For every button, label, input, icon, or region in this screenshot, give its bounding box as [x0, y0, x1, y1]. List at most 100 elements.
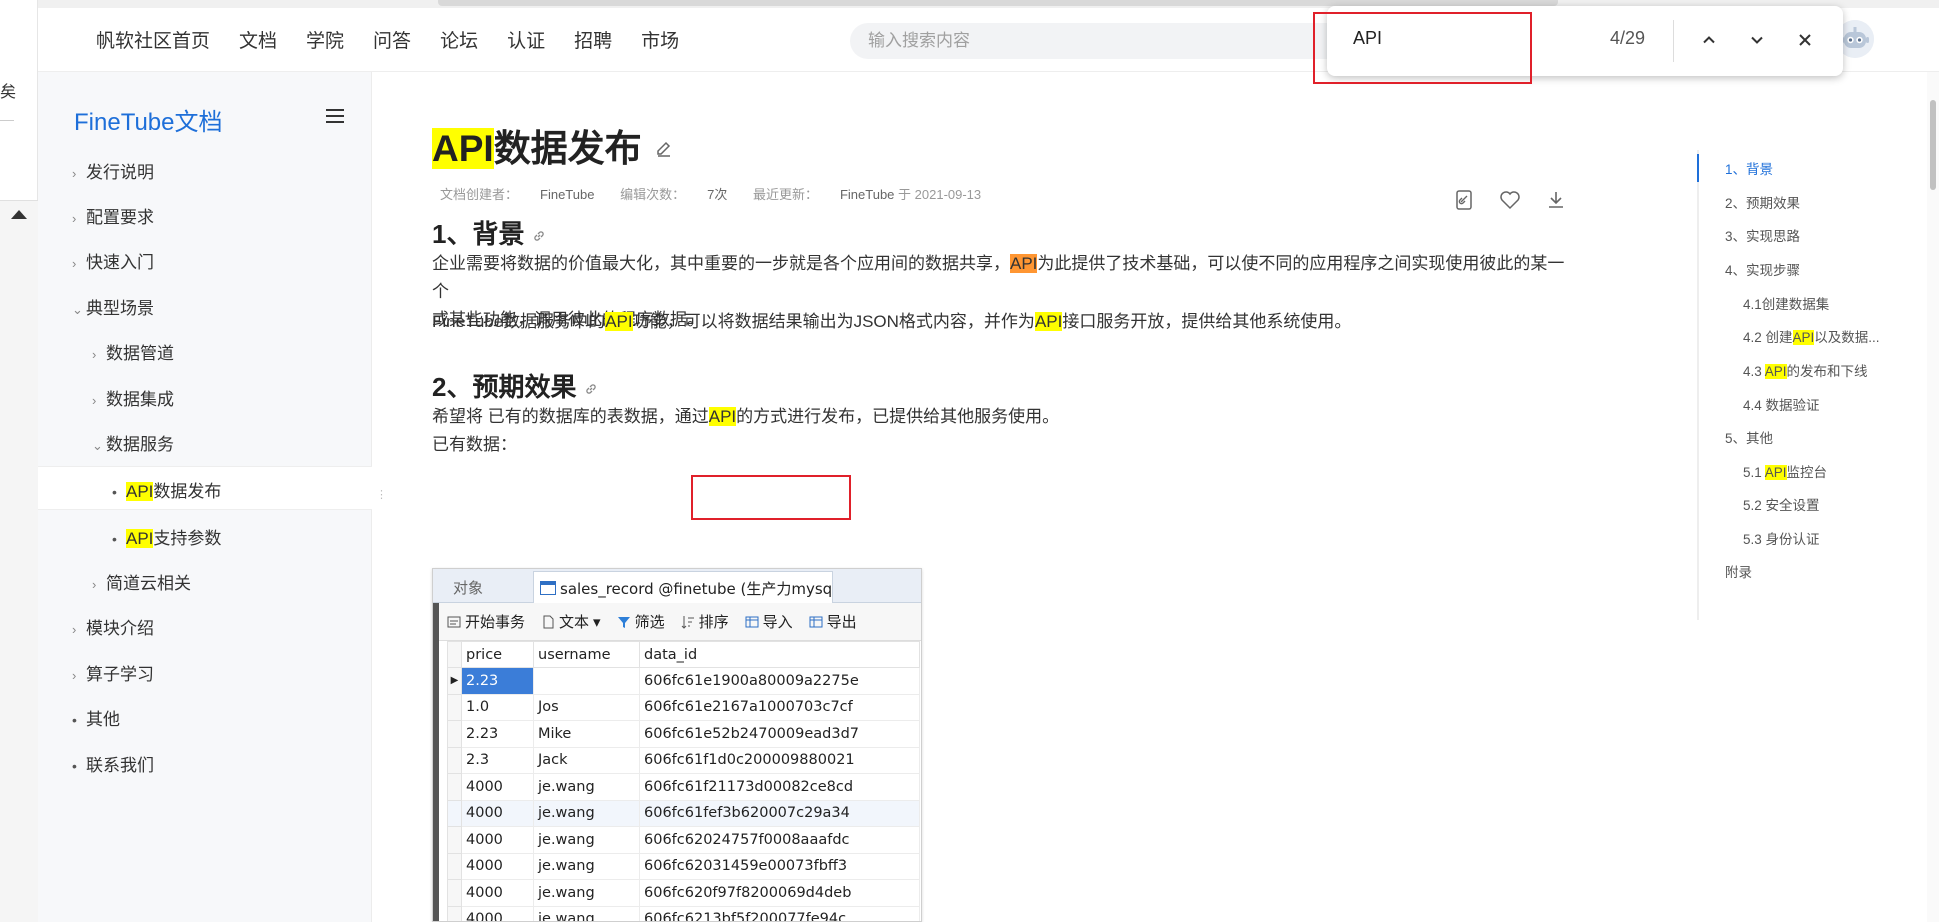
edge-partial-text: 矣: [0, 84, 17, 101]
toc-item-4-1[interactable]: 4.1创建数据集: [1743, 293, 1829, 313]
table-row: 2.3 Jack 606fc61f1d0c200009880021: [447, 746, 920, 774]
nav-item-academy[interactable]: 学院: [306, 26, 344, 53]
sidebar-item-scenarios[interactable]: ⌄ 典型场景: [72, 294, 154, 319]
search-input[interactable]: [868, 23, 1368, 59]
favorite-heart-icon[interactable]: [1498, 188, 1522, 212]
find-close-button[interactable]: [1787, 22, 1823, 58]
hamburger-menu-icon[interactable]: [326, 109, 344, 123]
table-row: 4000 je.wang 606fc62024757f0008aaafdc: [447, 826, 920, 854]
sidebar-item-data-integration[interactable]: › 数据集成: [92, 385, 174, 410]
db-text: 文本 ▾: [541, 611, 601, 632]
docs-sidebar: FineTube文档 › 发行说明 › 配置要求 › 快速入门 ⌄ 典型场景 › 数据管道…: [38, 72, 387, 922]
chevron-down-icon: [1751, 36, 1763, 44]
sidebar-item-contact[interactable]: • 联系我们: [72, 751, 154, 776]
edge-panel: [0, 200, 38, 922]
toc-active-marker: [1697, 154, 1699, 182]
chevron-right-icon: ›: [92, 393, 97, 408]
nav-item-home[interactable]: 帆软社区首页: [96, 26, 210, 53]
page-scrollbar[interactable]: [1927, 72, 1939, 922]
toc-item-5-3[interactable]: 5.3 身份认证: [1743, 528, 1820, 548]
table-row: ▶ 2.23 606fc61e1900a80009a2275e: [447, 667, 920, 695]
collapse-up-icon[interactable]: [11, 210, 27, 219]
db-left-bar: [433, 603, 439, 921]
chevron-right-icon: ›: [92, 577, 97, 592]
nav-item-jobs[interactable]: 招聘: [574, 26, 612, 53]
copy-link-icon[interactable]: [1452, 188, 1476, 212]
sidebar-item-data-service[interactable]: ⌄ 数据服务: [92, 430, 174, 455]
toc-item-4-4[interactable]: 4.4 数据验证: [1743, 394, 1820, 414]
find-next-button[interactable]: [1739, 22, 1775, 58]
anchor-link-icon[interactable]: [584, 382, 598, 396]
edit-icon[interactable]: [655, 140, 673, 158]
chevron-right-icon: ›: [72, 622, 77, 637]
db-import: 导入: [745, 611, 793, 632]
bullet-icon: •: [112, 531, 117, 547]
toc-item-background[interactable]: 1、背景: [1725, 158, 1773, 178]
import-icon: [745, 616, 759, 627]
bullet-icon: •: [72, 712, 77, 728]
sidebar-item-jiandaoyun[interactable]: › 简道云相关: [92, 569, 191, 594]
nav-item-market[interactable]: 市场: [641, 26, 679, 53]
sidebar-item-release-notes[interactable]: › 发行说明: [72, 158, 154, 183]
find-separator: [1673, 20, 1674, 62]
sidebar-brand[interactable]: FineTube文档: [74, 102, 223, 137]
sidebar-item-operators[interactable]: › 算子学习: [72, 660, 154, 685]
edit-count: 7次: [707, 187, 728, 202]
document-icon: [543, 615, 554, 628]
nav-item-forum[interactable]: 论坛: [440, 26, 478, 53]
column-header-price: price: [461, 641, 534, 668]
db-tab-active: sales_record @finetube (生产力mysq...: [533, 571, 833, 603]
transaction-icon: [447, 616, 461, 627]
nav-item-certification[interactable]: 认证: [507, 26, 545, 53]
toc-item-other[interactable]: 5、其他: [1725, 427, 1773, 447]
db-export: 导出: [809, 611, 857, 632]
nav-item-docs[interactable]: 文档: [239, 26, 277, 53]
toc-item-5-2[interactable]: 5.2 安全设置: [1743, 494, 1820, 514]
left-edge-strip: 矣: [0, 0, 38, 922]
chevron-down-icon: ⌄: [72, 302, 83, 317]
table-of-contents: 1、背景 2、预期效果 3、实现思路 4、实现步骤 4.1创建数据集 4.2 创…: [1697, 150, 1907, 620]
paragraph-background-2: FineTube数据服务中的API功能，可以将数据结果输出为JSON格式内容，并…: [432, 312, 1352, 331]
anchor-link-icon[interactable]: [532, 229, 546, 243]
sidebar-item-api-params[interactable]: • API支持参数: [112, 524, 221, 549]
toc-item-5-1[interactable]: 5.1 API监控台: [1743, 461, 1827, 481]
db-tab-objects: 对象: [453, 579, 484, 597]
db-data-grid: price username data_id ▶ 2.23 606fc61e1900…: [447, 641, 920, 921]
db-sort: 排序: [681, 611, 729, 632]
find-previous-button[interactable]: [1691, 22, 1727, 58]
filter-icon: [617, 616, 630, 628]
sort-icon: [681, 615, 694, 629]
doc-actions: [1452, 188, 1568, 212]
chevron-right-icon: ›: [72, 211, 77, 226]
toc-item-approach[interactable]: 3、实现思路: [1725, 225, 1800, 245]
toc-item-appendix[interactable]: 附录: [1725, 561, 1752, 581]
edge-divider: [0, 120, 14, 121]
toc-item-expected[interactable]: 2、预期效果: [1725, 192, 1800, 212]
creator-name[interactable]: FineTube: [540, 187, 594, 202]
sidebar-item-data-pipeline[interactable]: › 数据管道: [92, 339, 174, 364]
scrollbar-thumb[interactable]: [1930, 100, 1936, 190]
sidebar-item-api-publish[interactable]: • API数据发布: [112, 477, 221, 502]
sidebar-item-requirements[interactable]: › 配置要求: [72, 203, 154, 228]
db-toolbar: 开始事务 文本 ▾ 筛选 排序 导入 导出: [433, 603, 921, 641]
main-nav: 帆软社区首页 文档 学院 问答 论坛 认证 招聘 市场: [96, 26, 708, 53]
table-row: 4000 je.wang 606fc620f97f8200069d4deb: [447, 879, 920, 907]
column-header-data-id: data_id: [639, 641, 920, 668]
updated-by[interactable]: FineTube: [840, 187, 894, 202]
find-match-count: 4/29: [1610, 28, 1646, 48]
toc-item-4-2[interactable]: 4.2 创建API以及数据...: [1743, 326, 1880, 346]
section-heading-background: 1、背景: [432, 214, 546, 251]
bullet-icon: •: [72, 758, 77, 774]
toc-item-steps[interactable]: 4、实现步骤: [1725, 259, 1800, 279]
table-row: 4000 je.wang 606fc62031459e00073fbff3: [447, 852, 920, 880]
chevron-up-icon: [1703, 36, 1715, 44]
sidebar-item-modules[interactable]: › 模块介绍: [72, 614, 154, 639]
chevron-down-icon: ⌄: [92, 438, 103, 453]
row-pointer-icon: ▶: [447, 667, 462, 695]
sidebar-item-quickstart[interactable]: › 快速入门: [72, 248, 154, 273]
nav-item-qa[interactable]: 问答: [373, 26, 411, 53]
toc-item-4-3[interactable]: 4.3 API的发布和下线: [1743, 360, 1868, 380]
sidebar-item-other[interactable]: • 其他: [72, 705, 120, 730]
table-row: 4000 je.wang 606fc6213bf5f200077fe94c: [447, 905, 920, 921]
download-icon[interactable]: [1544, 188, 1568, 212]
